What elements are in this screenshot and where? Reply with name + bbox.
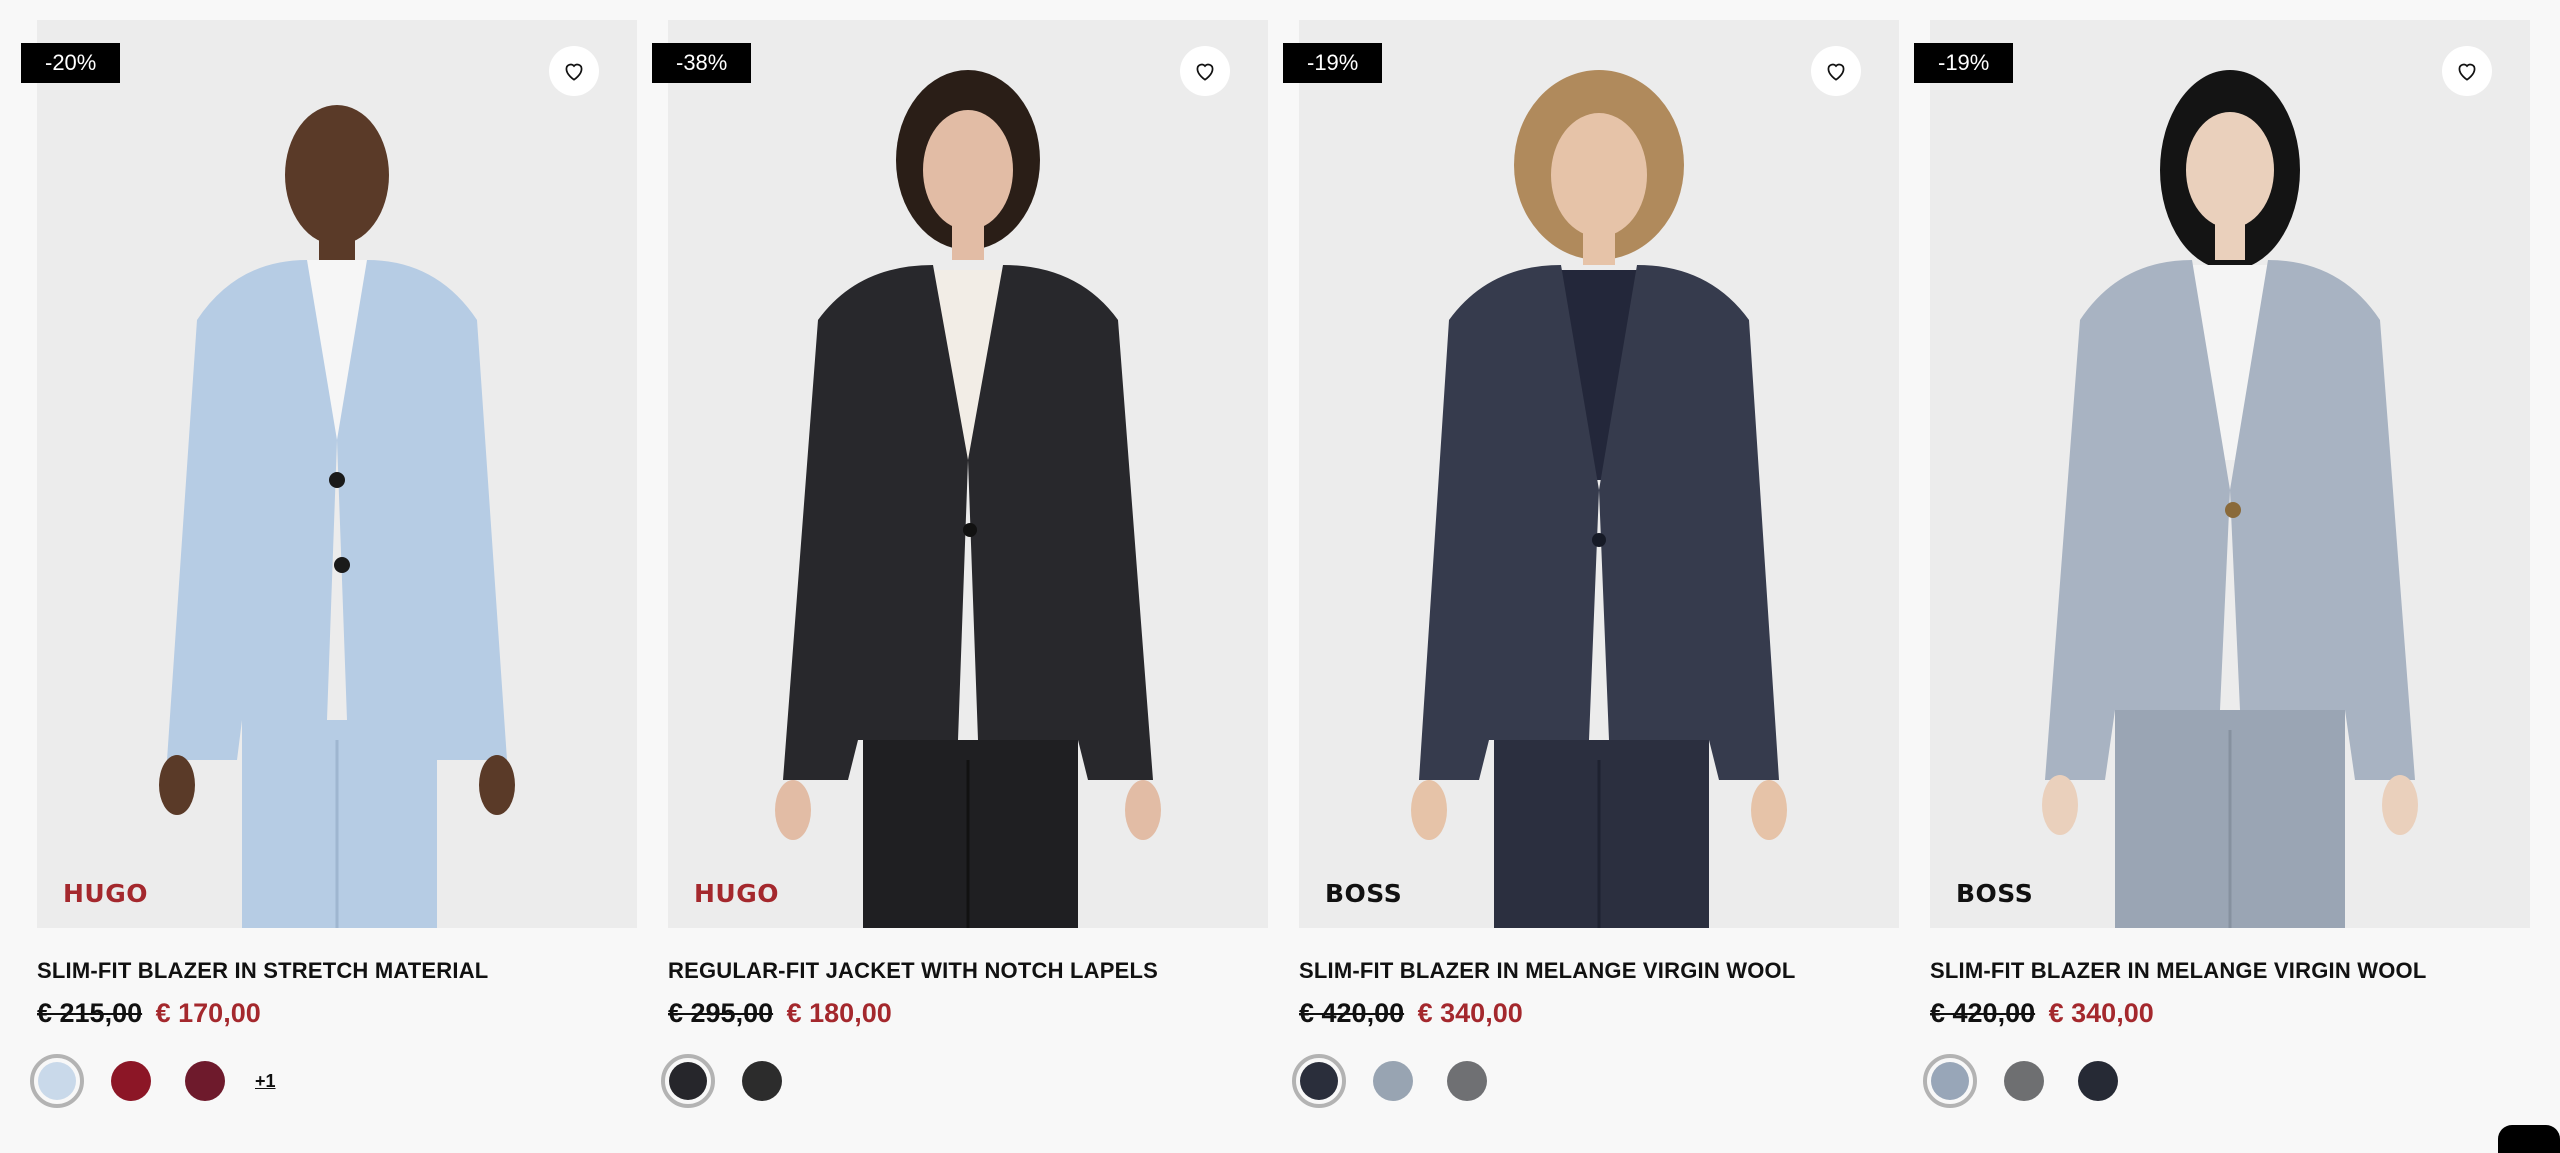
color-swatch[interactable] [1447, 1061, 1487, 1101]
discount-badge: -20% [21, 43, 121, 83]
price-block: € 215,00 € 170,00 [37, 998, 261, 1029]
color-swatch[interactable] [111, 1061, 151, 1101]
color-swatch[interactable] [30, 1054, 84, 1108]
brand-label: BOSS [1325, 879, 1403, 908]
original-price: € 295,00 [668, 998, 774, 1028]
color-swatch[interactable] [742, 1061, 782, 1101]
product-image[interactable]: BOSS [1299, 20, 1899, 928]
product-card[interactable]: BOSS -19% SLIM-FIT BLAZER IN MELANGE VIR… [1914, 0, 2530, 1153]
model-photo-black-jacket [668, 20, 1268, 928]
product-image[interactable]: HUGO [668, 20, 1268, 928]
product-title[interactable]: REGULAR-FIT JACKET WITH NOTCH LAPELS [668, 958, 1268, 984]
color-swatches [1923, 1054, 2152, 1108]
color-swatch[interactable] [661, 1054, 715, 1108]
color-swatches [661, 1054, 816, 1108]
sale-price: € 170,00 [155, 998, 261, 1028]
brand-label: HUGO [63, 879, 148, 908]
color-swatches: +1 [30, 1054, 276, 1108]
product-title[interactable]: SLIM-FIT BLAZER IN MELANGE VIRGIN WOOL [1299, 958, 1899, 984]
product-card[interactable]: HUGO -20% SLIM-FIT BLAZER IN STRETCH MAT… [21, 0, 637, 1153]
original-price: € 420,00 [1930, 998, 2036, 1028]
brand-label: HUGO [694, 879, 779, 908]
product-grid: HUGO -20% SLIM-FIT BLAZER IN STRETCH MAT… [0, 0, 2560, 1153]
product-image[interactable]: BOSS [1930, 20, 2530, 928]
sale-price: € 340,00 [2048, 998, 2154, 1028]
wishlist-button[interactable] [1180, 46, 1230, 96]
color-swatch[interactable] [185, 1061, 225, 1101]
heart-outline-icon [1196, 63, 1214, 81]
product-image[interactable]: HUGO [37, 20, 637, 928]
more-colors-link[interactable]: +1 [255, 1071, 276, 1092]
product-card[interactable]: HUGO -38% REGULAR-FIT JACKET WITH NOTCH … [652, 0, 1268, 1153]
heart-outline-icon [1827, 63, 1845, 81]
model-photo-grey-melange-blazer [1930, 20, 2530, 928]
price-block: € 420,00 € 340,00 [1930, 998, 2154, 1029]
heart-outline-icon [565, 63, 583, 81]
price-block: € 420,00 € 340,00 [1299, 998, 1523, 1029]
color-swatch[interactable] [1923, 1054, 1977, 1108]
discount-badge: -19% [1283, 43, 1383, 83]
discount-badge: -19% [1914, 43, 2014, 83]
sale-price: € 340,00 [1417, 998, 1523, 1028]
color-swatch[interactable] [1373, 1061, 1413, 1101]
color-swatches [1292, 1054, 1521, 1108]
price-block: € 295,00 € 180,00 [668, 998, 892, 1029]
product-title[interactable]: SLIM-FIT BLAZER IN MELANGE VIRGIN WOOL [1930, 958, 2530, 984]
wishlist-button[interactable] [1811, 46, 1861, 96]
wishlist-button[interactable] [549, 46, 599, 96]
original-price: € 215,00 [37, 998, 143, 1028]
model-photo-navy-melange-blazer [1299, 20, 1899, 928]
heart-outline-icon [2458, 63, 2476, 81]
sale-price: € 180,00 [786, 998, 892, 1028]
brand-label: BOSS [1956, 879, 2034, 908]
model-photo-light-blue-blazer [37, 20, 637, 928]
color-swatch[interactable] [2004, 1061, 2044, 1101]
color-swatch[interactable] [2078, 1061, 2118, 1101]
original-price: € 420,00 [1299, 998, 1405, 1028]
more-colors-count: +1 [255, 1070, 276, 1091]
chat-launcher-button[interactable] [2498, 1125, 2560, 1153]
color-swatch[interactable] [1292, 1054, 1346, 1108]
product-card[interactable]: BOSS -19% SLIM-FIT BLAZER IN MELANGE VIR… [1283, 0, 1899, 1153]
product-title[interactable]: SLIM-FIT BLAZER IN STRETCH MATERIAL [37, 958, 637, 984]
discount-badge: -38% [652, 43, 752, 83]
wishlist-button[interactable] [2442, 46, 2492, 96]
